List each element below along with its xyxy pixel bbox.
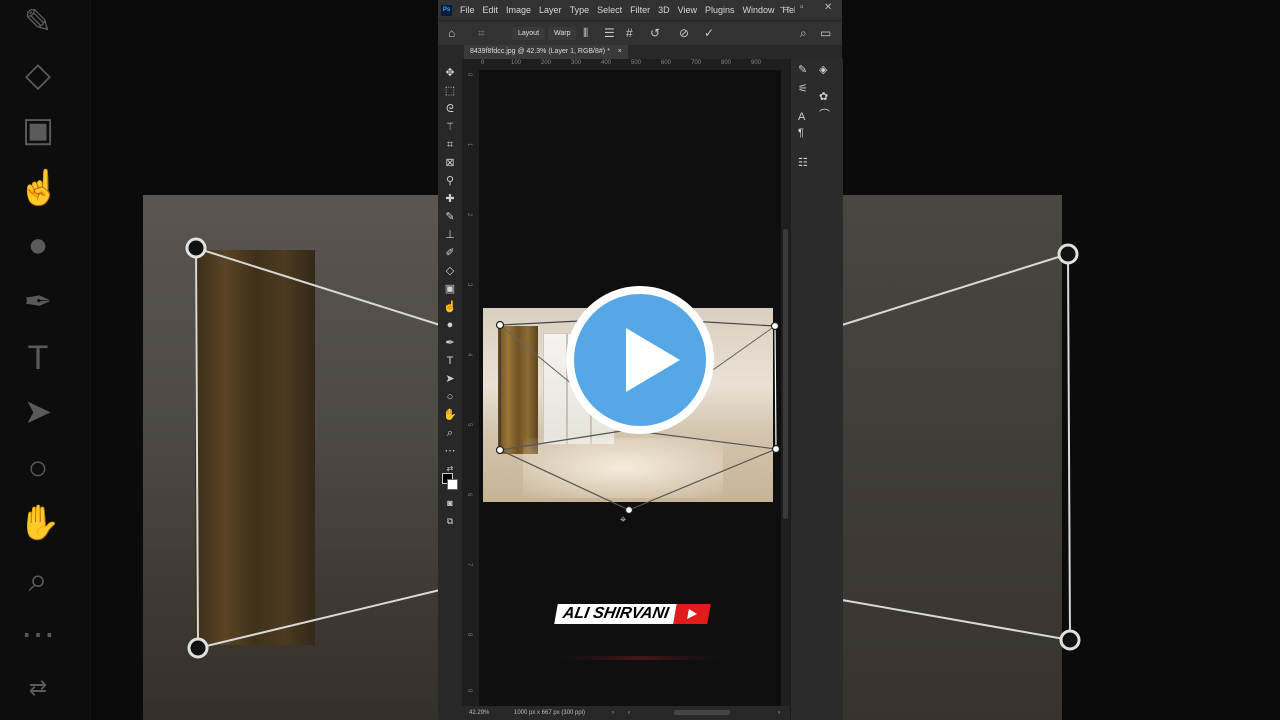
play-icon xyxy=(626,328,680,392)
warp-handle[interactable] xyxy=(770,321,780,331)
play-button[interactable] xyxy=(566,286,714,434)
watermark-underline xyxy=(560,656,720,660)
channel-watermark: ALI SHIRVANI xyxy=(554,604,724,624)
cursor-icon: ⌖ xyxy=(620,513,626,526)
play-button-circle xyxy=(574,294,706,426)
youtube-icon xyxy=(673,604,712,624)
warp-handle[interactable] xyxy=(495,320,505,330)
warp-handle[interactable] xyxy=(624,505,634,515)
channel-name: ALI SHIRVANI xyxy=(554,604,678,624)
warp-handle[interactable] xyxy=(771,444,781,454)
warp-handle[interactable] xyxy=(495,445,505,455)
